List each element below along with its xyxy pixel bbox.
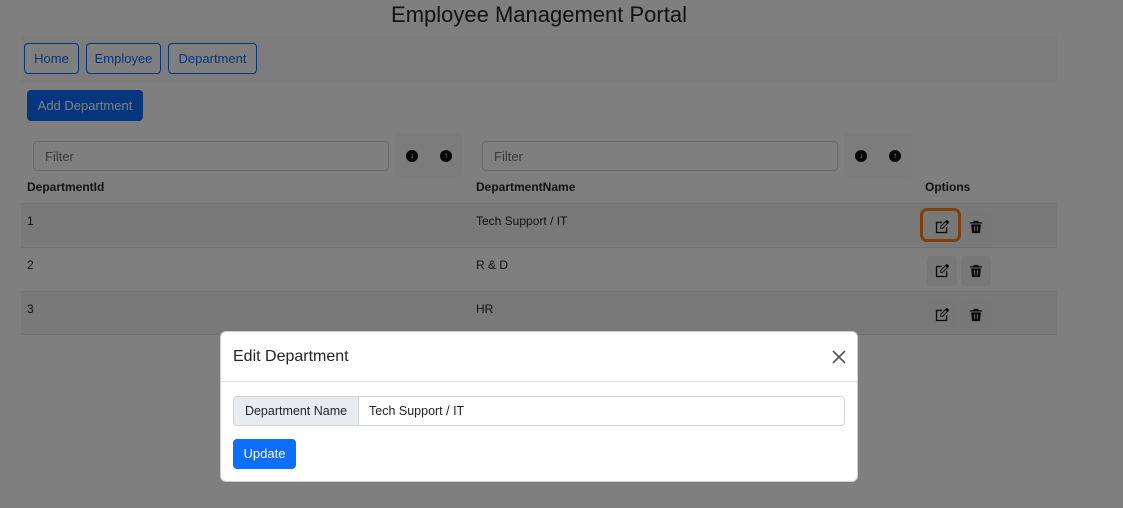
update-button[interactable]: Update — [233, 439, 296, 469]
modal-title: Edit Department — [233, 348, 349, 365]
edit-department-modal: Edit Department Department Name Update — [220, 331, 858, 482]
department-name-input-group: Department Name — [233, 396, 845, 426]
modal-header: Edit Department — [221, 332, 857, 382]
close-icon[interactable] — [831, 349, 847, 365]
department-name-input[interactable] — [358, 396, 845, 426]
department-name-label: Department Name — [233, 396, 359, 426]
